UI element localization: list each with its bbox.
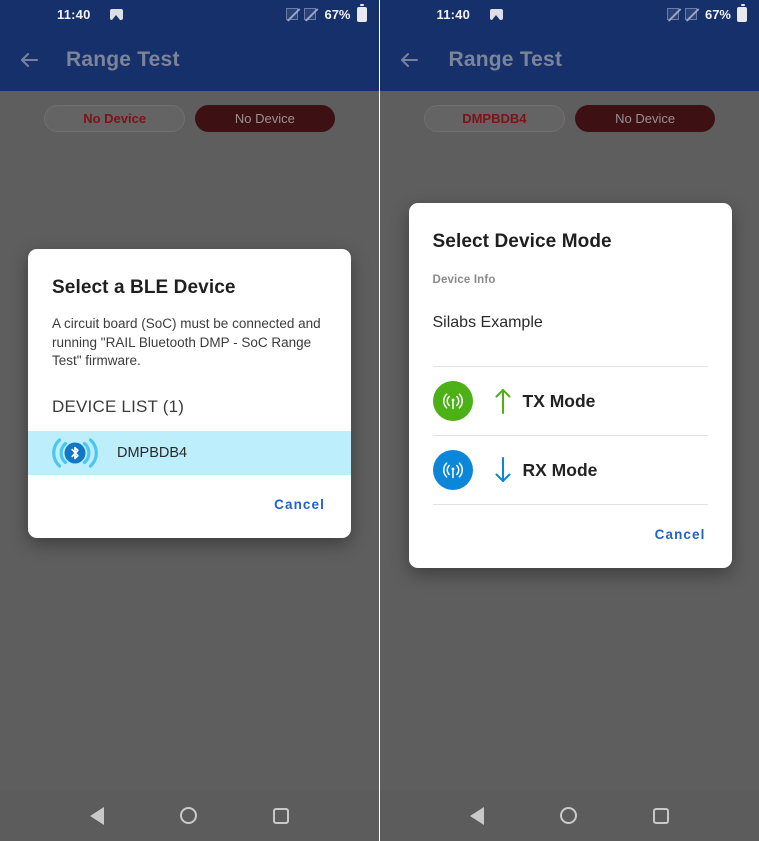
cancel-button[interactable]: Cancel xyxy=(274,497,325,512)
left-content-area: No Device No Device Select a BLE Device … xyxy=(0,91,379,841)
nav-home-icon[interactable] xyxy=(559,807,577,824)
nav-recents-icon[interactable] xyxy=(272,807,289,824)
nav-back-icon[interactable] xyxy=(469,806,484,825)
system-nav-bar xyxy=(0,790,379,841)
ble-dialog-header: Select a BLE Device A circuit board (SoC… xyxy=(28,249,351,431)
photo-icon xyxy=(110,9,123,20)
nav-recents-icon[interactable] xyxy=(652,807,669,824)
right-screen: 11:40 67% Range Test DMPBDB4 No Device S… xyxy=(379,0,759,841)
app-bar: Range Test xyxy=(379,28,759,91)
status-bar-time: 11:40 xyxy=(436,6,471,22)
signal-off-icon xyxy=(304,8,317,20)
tx-mode-option[interactable]: TX Mode xyxy=(409,367,732,435)
device-info-label: Device Info xyxy=(432,274,496,286)
battery-icon xyxy=(737,3,747,22)
right-content-area: DMPBDB4 No Device Select Device Mode Dev… xyxy=(379,91,759,841)
status-bar-right-group: 67% xyxy=(666,0,747,28)
left-screen: 11:40 67% Range Test No Device No Device… xyxy=(0,0,379,841)
device-list-item[interactable]: DMPBDB4 xyxy=(28,430,351,475)
rx-mode-option[interactable]: RX Mode xyxy=(409,436,732,504)
device-mode-actions: Cancel xyxy=(409,505,732,568)
nav-back-icon[interactable] xyxy=(89,806,104,825)
signal-off-icon xyxy=(286,8,299,20)
device-list-item-name: DMPBDB4 xyxy=(117,444,188,461)
chip-device-secondary[interactable]: No Device xyxy=(195,105,335,132)
photo-icon xyxy=(489,9,503,20)
page-title: Range Test xyxy=(448,47,563,71)
back-arrow-icon[interactable] xyxy=(387,38,431,82)
device-chip-row: DMPBDB4 No Device xyxy=(380,91,759,132)
system-nav-bar xyxy=(379,790,759,841)
back-arrow-icon[interactable] xyxy=(7,38,51,82)
app-bar: Range Test xyxy=(0,28,379,91)
ble-dialog-title: Select a BLE Device xyxy=(52,277,236,298)
battery-percent-label: 67% xyxy=(704,6,731,22)
chip-device-secondary[interactable]: No Device xyxy=(575,105,715,132)
bluetooth-icon xyxy=(52,436,98,470)
signal-off-icon xyxy=(684,8,697,20)
arrow-up-icon xyxy=(493,386,513,416)
device-info-value: Silabs Example xyxy=(432,314,543,331)
chip-device-primary[interactable]: No Device xyxy=(44,105,186,132)
device-mode-header: Select Device Mode Device Info Silabs Ex… xyxy=(409,203,732,366)
device-mode-dialog: Select Device Mode Device Info Silabs Ex… xyxy=(408,203,732,568)
battery-percent-label: 67% xyxy=(324,6,351,22)
device-list-label: DEVICE LIST (1) xyxy=(52,396,185,416)
chip-device-primary[interactable]: DMPBDB4 xyxy=(423,105,566,132)
status-bar-time: 11:40 xyxy=(57,6,91,22)
tx-mode-label: TX Mode xyxy=(522,390,596,411)
status-bar: 11:40 67% xyxy=(0,0,379,28)
device-mode-title: Select Device Mode xyxy=(432,231,612,252)
cancel-button[interactable]: Cancel xyxy=(655,527,706,542)
ble-device-dialog: Select a BLE Device A circuit board (SoC… xyxy=(28,249,351,538)
page-title: Range Test xyxy=(66,47,180,71)
signal-off-icon xyxy=(666,8,679,20)
antenna-icon xyxy=(432,381,473,421)
battery-icon xyxy=(356,3,367,22)
ble-dialog-body: A circuit board (SoC) must be connected … xyxy=(52,316,321,369)
antenna-icon xyxy=(432,450,473,490)
arrow-down-icon xyxy=(493,455,513,485)
ble-dialog-actions: Cancel xyxy=(28,475,351,538)
nav-home-icon[interactable] xyxy=(179,807,197,824)
dual-screenshot-container: 11:40 67% Range Test No Device No Device… xyxy=(0,0,759,841)
device-chip-row: No Device No Device xyxy=(0,91,379,132)
status-bar-right-group: 67% xyxy=(286,0,367,28)
status-bar: 11:40 67% xyxy=(379,0,759,28)
rx-mode-label: RX Mode xyxy=(522,459,598,480)
